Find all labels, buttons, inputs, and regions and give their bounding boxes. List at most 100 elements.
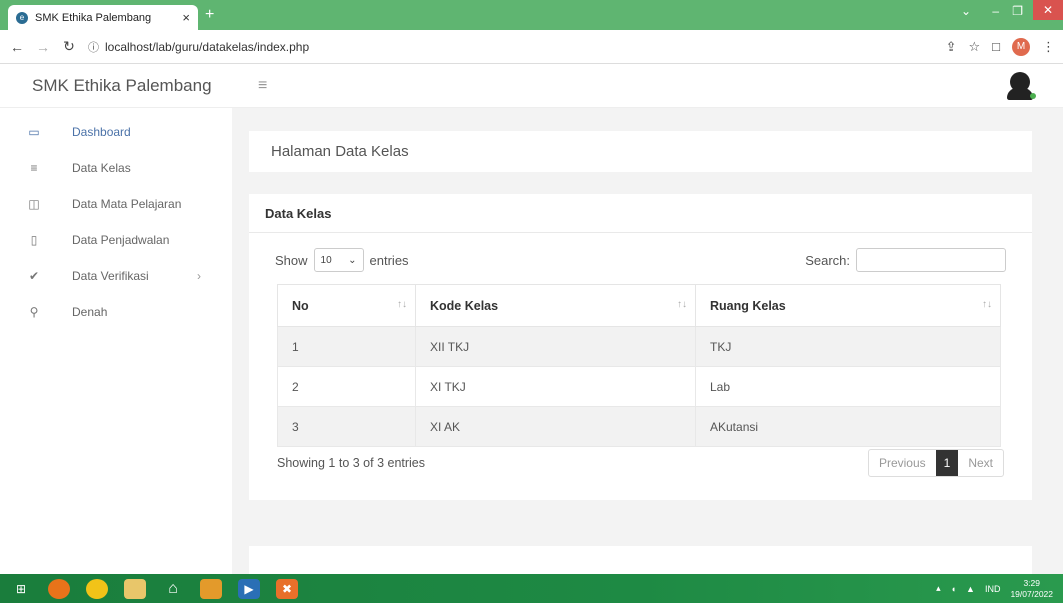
- browser-tab-bar: e SMK Ethika Palembang × + ⌄ – ❐ ✕: [0, 0, 1063, 30]
- tab-search-icon[interactable]: ⌄: [961, 4, 971, 18]
- windows-start-icon[interactable]: ⊞: [10, 579, 32, 599]
- user-avatar-icon[interactable]: [1007, 72, 1036, 100]
- sort-icon: ↑↓: [982, 299, 992, 310]
- volume-icon[interactable]: ◖: [951, 584, 956, 594]
- bookmark-star-icon[interactable]: ☆: [968, 39, 980, 55]
- laptop-icon: ▭: [28, 125, 40, 139]
- media-player-icon[interactable]: ▶: [238, 578, 260, 599]
- chevron-down-icon: ⌄: [348, 254, 357, 266]
- next-button[interactable]: Next: [958, 450, 1003, 476]
- table-header-row: No ↑↓ Kode Kelas ↑↓ Ruang Kelas ↑↓: [277, 284, 1001, 327]
- browser-tab[interactable]: e SMK Ethika Palembang ×: [8, 5, 198, 30]
- sidepanel-icon[interactable]: □: [992, 39, 1000, 54]
- url-text: localhost/lab/guru/datakelas/index.php: [105, 39, 310, 54]
- sidebar-item-dashboard[interactable]: ▭ Dashboard: [0, 114, 232, 150]
- folder-icon[interactable]: [124, 578, 146, 599]
- browser-menu-icon[interactable]: ⋮: [1042, 39, 1055, 55]
- page-1-button[interactable]: 1: [935, 450, 959, 476]
- app-icon[interactable]: [200, 578, 222, 599]
- table-info: Showing 1 to 3 of 3 entries: [277, 456, 426, 470]
- map-pin-icon: ⚲: [29, 305, 39, 319]
- clock[interactable]: 3:29 19/07/2022: [1010, 578, 1053, 600]
- entries-label: entries: [369, 252, 409, 268]
- os-taskbar: ⊞ ⌂ ▶ ✖ ▴ ◖ ▲ IND 3:29 19/07/2022: [0, 574, 1063, 603]
- window-close-button[interactable]: ✕: [1033, 0, 1063, 20]
- previous-button[interactable]: Previous: [869, 450, 936, 476]
- address-bar: ← → ↻ ⓘ localhost/lab/guru/datakelas/ind…: [0, 30, 1063, 64]
- columns-icon: ◫: [28, 197, 40, 211]
- tray-arrow-icon[interactable]: ▴: [936, 583, 941, 594]
- data-kelas-table: No ↑↓ Kode Kelas ↑↓ Ruang Kelas ↑↓ 1 XII…: [277, 284, 1001, 447]
- sidebar-menu: ▭ Dashboard ≡ Data Kelas ◫ Data Mata Pel…: [0, 114, 232, 330]
- sort-icon: ↑↓: [397, 299, 407, 310]
- clock-time: 3:29: [1023, 577, 1040, 588]
- tab-close-button[interactable]: ×: [182, 10, 190, 25]
- cell-ruang-kelas: AKutansi: [695, 406, 1001, 447]
- back-icon[interactable]: ←: [4, 39, 30, 55]
- cell-no: 2: [277, 366, 416, 407]
- tab-title: SMK Ethika Palembang: [35, 11, 152, 24]
- list-icon: ≡: [30, 161, 38, 175]
- system-tray: ▴ ◖ ▲ IND 3:29 19/07/2022: [936, 574, 1063, 603]
- sidebar: SMK Ethika Palembang ▭ Dashboard ≡ Data …: [0, 64, 232, 574]
- cell-no: 1: [277, 326, 416, 367]
- file-icon: ▯: [30, 233, 38, 247]
- table-row: 2 XI TKJ Lab: [277, 366, 1001, 407]
- search-input[interactable]: [856, 248, 1006, 272]
- top-navbar: ≡: [232, 64, 1063, 108]
- show-label: Show: [275, 252, 308, 268]
- footer-card: [249, 546, 1032, 574]
- column-header-no[interactable]: No ↑↓: [277, 284, 416, 327]
- minimize-button[interactable]: –: [992, 4, 999, 18]
- reload-icon[interactable]: ↻: [56, 38, 82, 55]
- table-row: 1 XII TKJ TKJ: [277, 326, 1001, 367]
- sidebar-item-label: Dashboard: [72, 125, 131, 139]
- sidebar-item-label: Denah: [72, 305, 108, 319]
- maximize-button[interactable]: ❐: [1012, 4, 1023, 18]
- entries-length-control: Show 10 ⌄ entries: [275, 248, 409, 272]
- page-title: Halaman Data Kelas: [249, 131, 1032, 172]
- column-header-kode-kelas[interactable]: Kode Kelas ↑↓: [415, 284, 696, 327]
- sidebar-item-data-kelas[interactable]: ≡ Data Kelas: [0, 150, 232, 186]
- network-icon[interactable]: ▲: [966, 584, 975, 594]
- main-content: Halaman Data Kelas Data Kelas Show 10 ⌄ …: [232, 108, 1063, 574]
- sidebar-item-data-mata-pelajaran[interactable]: ◫ Data Mata Pelajaran: [0, 186, 232, 222]
- language-indicator[interactable]: IND: [985, 584, 1001, 594]
- chevron-right-icon: ›: [197, 269, 201, 283]
- cell-kode-kelas: XII TKJ: [415, 326, 696, 367]
- forward-icon[interactable]: →: [30, 39, 56, 55]
- cell-no: 3: [277, 406, 416, 447]
- check-icon: ✔: [28, 269, 40, 283]
- sidebar-item-data-verifikasi[interactable]: ✔ Data Verifikasi ›: [0, 258, 232, 294]
- new-tab-button[interactable]: +: [205, 6, 214, 24]
- firefox-icon[interactable]: [48, 578, 70, 599]
- xampp-icon[interactable]: ✖: [276, 578, 298, 599]
- hamburger-menu-icon[interactable]: ≡: [258, 77, 267, 95]
- pagination: Previous 1 Next: [867, 449, 1004, 477]
- sidebar-item-data-penjadwalan[interactable]: ▯ Data Penjadwalan: [0, 222, 232, 258]
- sidebar-item-denah[interactable]: ⚲ Denah: [0, 294, 232, 330]
- sidebar-item-label: Data Kelas: [72, 161, 131, 175]
- column-header-ruang-kelas[interactable]: Ruang Kelas ↑↓: [695, 284, 1001, 327]
- chrome-icon[interactable]: [86, 578, 108, 599]
- cell-kode-kelas: XI AK: [415, 406, 696, 447]
- home-icon[interactable]: ⌂: [162, 579, 184, 599]
- share-icon[interactable]: ⇪: [946, 39, 957, 55]
- globe-icon: e: [16, 11, 28, 24]
- brand-title[interactable]: SMK Ethika Palembang: [0, 64, 232, 108]
- data-kelas-card: Data Kelas Show 10 ⌄ entries Search: No: [249, 194, 1032, 500]
- info-icon[interactable]: ⓘ: [88, 39, 99, 55]
- entries-select[interactable]: 10 ⌄: [313, 248, 364, 272]
- table-row: 3 XI AK AKutansi: [277, 406, 1001, 447]
- entries-select-value: 10: [320, 254, 332, 266]
- sidebar-item-label: Data Mata Pelajaran: [72, 197, 182, 211]
- sort-icon: ↑↓: [677, 299, 687, 310]
- url-field[interactable]: ⓘ localhost/lab/guru/datakelas/index.php: [88, 39, 309, 55]
- clock-date: 19/07/2022: [1010, 588, 1053, 599]
- search-label: Search:: [805, 252, 850, 268]
- sidebar-item-label: Data Verifikasi: [72, 269, 149, 283]
- cell-kode-kelas: XI TKJ: [415, 366, 696, 407]
- sidebar-item-label: Data Penjadwalan: [72, 233, 170, 247]
- profile-avatar[interactable]: M: [1012, 37, 1030, 56]
- cell-ruang-kelas: TKJ: [695, 326, 1001, 367]
